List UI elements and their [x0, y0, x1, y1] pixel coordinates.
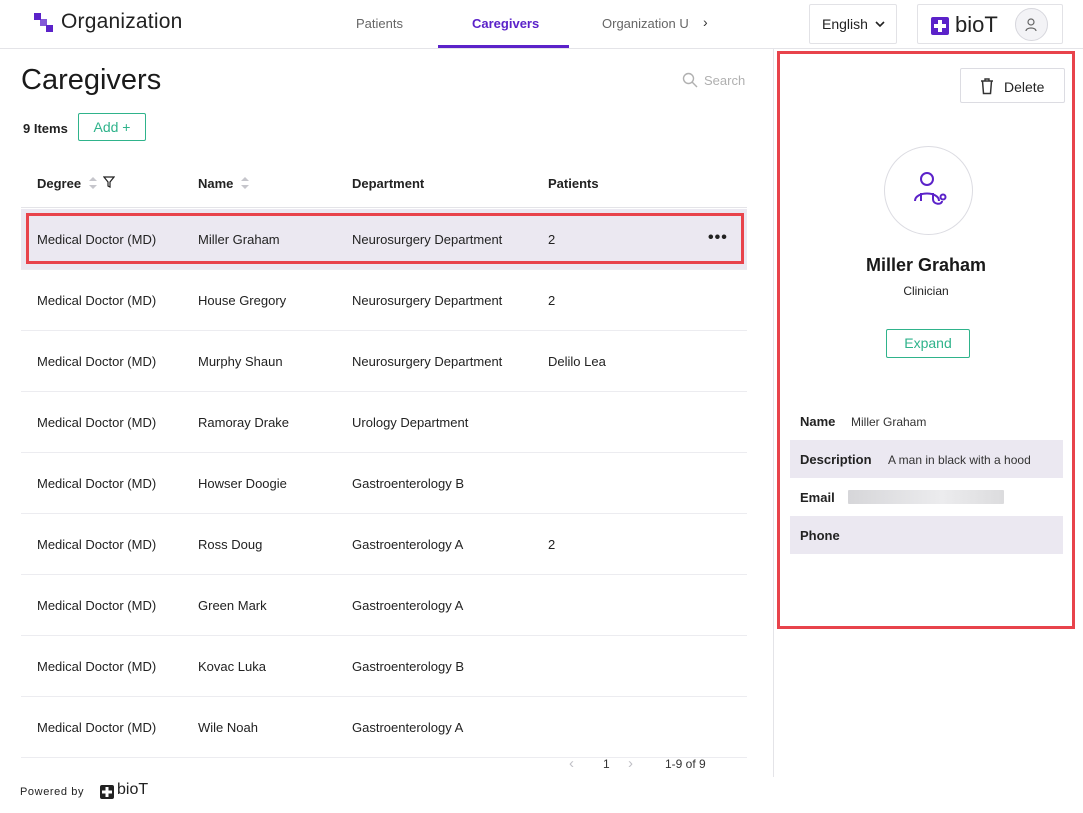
top-header: Organization Patients Caregivers Organiz… — [0, 0, 1083, 49]
column-header-patients: Patients — [548, 176, 599, 191]
page-title: Caregivers — [21, 64, 162, 96]
table-row[interactable]: Medical Doctor (MD) Kovac Luka Gastroenter… — [21, 636, 747, 697]
field-value: A man in black with a hood — [888, 453, 1031, 467]
cell-degree: Medical Doctor (MD) — [37, 232, 157, 247]
user-icon — [1025, 18, 1037, 32]
biot-footer-logo-icon — [100, 785, 114, 799]
field-value: Miller Graham — [851, 415, 927, 429]
expand-button[interactable]: Expand — [886, 329, 970, 358]
table-row[interactable]: Medical Doctor (MD) Murphy Shaun Neurosurg… — [21, 331, 747, 392]
biot-logo-icon — [931, 17, 949, 35]
active-tab-indicator — [438, 45, 569, 48]
chevron-down-icon — [875, 21, 885, 28]
cell-degree: Medical Doctor (MD) — [37, 476, 157, 491]
cell-degree: Medical Doctor (MD) — [37, 720, 157, 735]
cell-degree: Medical Doctor (MD) — [37, 537, 157, 552]
cell-name: Miller Graham — [198, 232, 280, 247]
brand-name: bioT — [955, 12, 998, 37]
cell-degree: Medical Doctor (MD) — [37, 354, 157, 369]
tab-organization-users[interactable]: Organization U: — [602, 16, 690, 48]
cell-name: Ross Doug — [198, 537, 263, 552]
language-selector[interactable]: English — [809, 4, 897, 44]
cell-patients: 2 — [548, 293, 556, 308]
caregiver-role: Clinician — [903, 284, 949, 298]
column-header-name[interactable]: Name — [198, 176, 233, 191]
field-label: Email — [800, 490, 835, 505]
cell-name: Howser Doogie — [198, 476, 287, 491]
column-header-degree[interactable]: Degree — [37, 176, 81, 191]
cell-name: Green Mark — [198, 598, 267, 613]
table-row[interactable]: Medical Doctor (MD) Ross Doug Gastroentero… — [21, 514, 747, 575]
search-icon[interactable] — [682, 72, 698, 88]
trash-icon — [981, 78, 993, 95]
table-header: Degree Name Department Patients — [21, 160, 747, 208]
cell-department: Gastroenterology A — [352, 598, 464, 613]
column-header-department: Department — [352, 176, 425, 191]
sort-icon[interactable] — [240, 175, 250, 191]
cell-department: Urology Department — [352, 415, 469, 430]
tabs-scroll-right-icon[interactable]: › — [703, 14, 708, 30]
caregiver-name: Miller Graham — [865, 255, 987, 275]
cell-department: Gastroenterology A — [352, 720, 464, 735]
cell-name: Ramoray Drake — [198, 415, 290, 430]
cell-name: House Gregory — [198, 293, 287, 308]
email-value-redacted — [848, 490, 1004, 504]
language-label: English — [822, 16, 868, 32]
table-row[interactable]: Medical Doctor (MD) House Gregory Neurosur… — [21, 270, 747, 331]
items-count: 9 Items — [23, 121, 68, 136]
next-page-icon[interactable]: › — [628, 755, 633, 772]
app-title: Organization — [61, 10, 183, 33]
tab-caregivers[interactable]: Caregivers — [472, 16, 539, 48]
panel-divider — [773, 49, 774, 777]
field-label: Name — [800, 414, 836, 429]
field-label: Phone — [800, 528, 840, 543]
cell-department: Gastroenterology B — [352, 476, 465, 491]
cell-degree: Medical Doctor (MD) — [37, 293, 157, 308]
brand-user-area: bioT — [917, 4, 1063, 44]
pagination-range: 1-9 of 9 — [665, 757, 706, 771]
filter-icon[interactable] — [103, 176, 115, 188]
cell-name: Wile Noah — [198, 720, 258, 735]
field-description: Description A man in black with a hood — [790, 440, 1063, 478]
current-page[interactable]: 1 — [603, 757, 610, 771]
cell-name: Kovac Luka — [198, 659, 266, 674]
table-row[interactable]: Medical Doctor (MD) Green Mark Gastroenter… — [21, 575, 747, 636]
cell-degree: Medical Doctor (MD) — [37, 598, 157, 613]
add-caregiver-button[interactable]: Add + — [78, 113, 146, 141]
table-row[interactable]: Medical Doctor (MD) Howser Doogie Gastroen… — [21, 453, 747, 514]
clinician-icon — [914, 172, 947, 205]
caregiver-avatar — [884, 146, 973, 235]
cell-patients: 2 — [548, 537, 556, 552]
organization-logo-icon — [34, 13, 53, 32]
tab-patients[interactable]: Patients — [356, 16, 403, 48]
sort-icon[interactable] — [88, 175, 98, 191]
row-more-options-icon[interactable]: ••• — [708, 229, 728, 247]
previous-page-icon[interactable]: ‹ — [569, 755, 574, 772]
cell-degree: Medical Doctor (MD) — [37, 415, 157, 430]
field-email: Email — [790, 478, 1063, 516]
search-input[interactable]: Search — [704, 73, 745, 88]
cell-department: Neurosurgery Department — [352, 232, 503, 247]
field-label: Description — [800, 452, 872, 467]
cell-patients: Delilo Lea — [548, 354, 606, 369]
cell-patients: 2 — [548, 232, 556, 247]
delete-label: Delete — [1004, 79, 1045, 95]
cell-degree: Medical Doctor (MD) — [37, 659, 157, 674]
delete-button[interactable]: Delete — [960, 68, 1065, 103]
table-row[interactable]: Medical Doctor (MD) Ramoray Drake Urology … — [21, 392, 747, 453]
table-row[interactable]: Medical Doctor (MD) Miller Graham Neurosur… — [21, 209, 747, 270]
user-avatar[interactable] — [1015, 8, 1048, 41]
table-row[interactable]: Medical Doctor (MD) Wile Noah Gastroentero… — [21, 697, 747, 758]
powered-by-label: Powered by — [20, 786, 85, 798]
footer-brand-name: bioT — [117, 781, 149, 798]
cell-department: Gastroenterology A — [352, 537, 464, 552]
field-name: Name Miller Graham — [790, 402, 1063, 440]
field-phone: Phone — [790, 516, 1063, 554]
caregiver-detail-panel: Delete Miller Graham Clinician Expand Na… — [777, 51, 1075, 629]
cell-department: Neurosurgery Department — [352, 293, 503, 308]
cell-name: Murphy Shaun — [198, 354, 283, 369]
cell-department: Gastroenterology B — [352, 659, 465, 674]
cell-department: Neurosurgery Department — [352, 354, 503, 369]
